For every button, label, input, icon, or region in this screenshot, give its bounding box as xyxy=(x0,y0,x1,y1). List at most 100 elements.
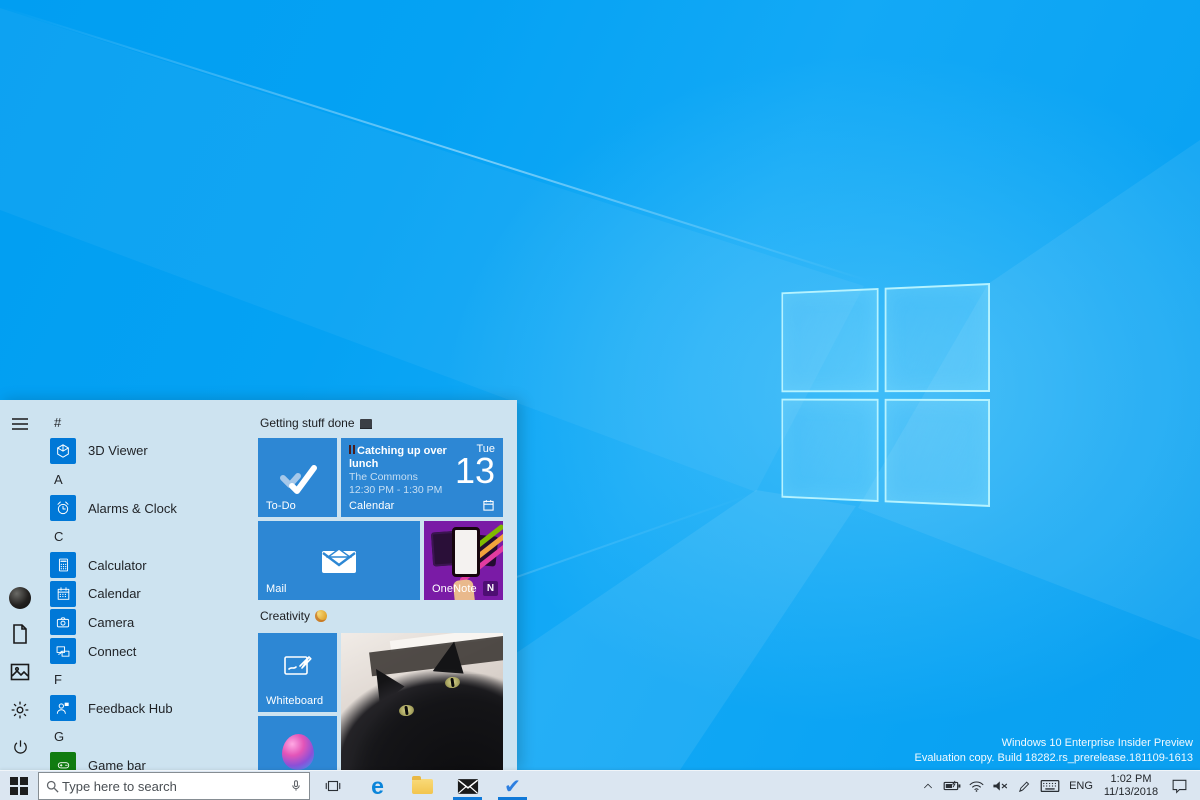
cat-photo xyxy=(349,673,503,770)
avatar xyxy=(9,587,31,609)
hamburger-icon xyxy=(12,418,28,430)
app-item-alarms-clock[interactable]: Alarms & Clock xyxy=(40,494,255,523)
battery-status[interactable] xyxy=(940,771,964,800)
file-explorer-icon xyxy=(412,775,433,794)
todo-check-icon: ✔ xyxy=(504,775,521,798)
laptop-emoji-icon xyxy=(359,418,372,428)
evaluation-watermark: Windows 10 Enterprise Insider Preview Ev… xyxy=(915,736,1193,766)
keyboard-icon xyxy=(1040,779,1060,793)
document-icon xyxy=(13,624,27,644)
start-menu-tiles: Getting stuff done To-Do Catching up ove… xyxy=(258,400,505,770)
app-item-calendar[interactable]: Calendar xyxy=(40,580,255,609)
wallpaper-logo-pane xyxy=(781,288,879,392)
tile-group-header[interactable]: Getting stuff done xyxy=(260,416,372,430)
documents-button[interactable] xyxy=(8,622,32,646)
watermark-line1: Windows 10 Enterprise Insider Preview xyxy=(1001,737,1193,749)
action-center-button[interactable] xyxy=(1164,771,1194,800)
chevron-up-icon xyxy=(924,783,932,789)
calendar-glyph-icon xyxy=(483,500,494,511)
settings-button[interactable] xyxy=(8,698,32,722)
windows-logo-icon xyxy=(10,777,28,795)
network-status[interactable] xyxy=(964,771,988,800)
power-icon xyxy=(13,739,27,754)
power-button[interactable] xyxy=(8,735,32,759)
user-account-button[interactable] xyxy=(8,586,32,610)
taskbar: e ✔ xyxy=(0,770,1200,800)
app-item-game-bar[interactable]: Game bar xyxy=(40,751,255,770)
mail-icon xyxy=(457,778,478,794)
app-item-label: Calendar xyxy=(88,586,141,602)
windows-logo-wallpaper xyxy=(781,283,990,507)
battery-icon xyxy=(943,780,960,791)
event-title: Catching up over lunch xyxy=(349,445,447,470)
app-list-header-label: G xyxy=(54,729,65,745)
event-time: 12:30 PM - 1:30 PM xyxy=(349,484,443,496)
start-button[interactable] xyxy=(0,771,38,800)
app-item-connect[interactable]: Connect xyxy=(40,637,255,666)
gear-icon xyxy=(11,701,29,719)
tile-group-title: Creativity xyxy=(260,609,311,623)
edge-icon: e xyxy=(371,773,384,799)
tile-todo[interactable]: To-Do xyxy=(258,438,337,517)
app-list-header[interactable]: # xyxy=(40,408,255,437)
volume-status[interactable] xyxy=(988,771,1012,800)
app-list-header[interactable]: A xyxy=(40,465,255,494)
app-item-camera[interactable]: Camera xyxy=(40,608,255,637)
clock[interactable]: 1:02 PM 11/13/2018 xyxy=(1098,773,1164,799)
tile-group-header[interactable]: Creativity xyxy=(260,609,328,623)
taskbar-edge-button[interactable]: e xyxy=(355,771,400,800)
search-input[interactable] xyxy=(60,777,289,795)
taskbar-search[interactable] xyxy=(38,772,310,800)
tile-photos[interactable] xyxy=(341,633,503,770)
tile-calendar[interactable]: Catching up over lunch The Commons 12:30… xyxy=(341,438,503,517)
tile-group-title: Getting stuff done xyxy=(260,416,355,430)
app-list-header[interactable]: F xyxy=(40,665,255,694)
tile-paint3d[interactable] xyxy=(258,716,337,770)
app-list-header[interactable]: C xyxy=(40,522,255,551)
todo-check-icon xyxy=(279,464,317,494)
alarm-clock-icon xyxy=(50,495,76,522)
paint3d-icon xyxy=(281,734,314,770)
calculator-icon xyxy=(50,552,76,579)
calendar-icon xyxy=(50,580,76,607)
game-bar-icon xyxy=(50,752,76,770)
app-item-feedback-hub[interactable]: Feedback Hub xyxy=(40,694,255,723)
palette-emoji-icon xyxy=(315,610,328,622)
app-item-label: Camera xyxy=(88,614,135,630)
tray-overflow-button[interactable] xyxy=(916,771,940,800)
app-item-calculator[interactable]: Calculator xyxy=(40,551,255,580)
tile-label: Mail xyxy=(266,583,287,595)
start-menu-rail xyxy=(0,400,40,770)
tile-label: Calendar xyxy=(349,500,395,512)
language-indicator[interactable]: ENG xyxy=(1064,780,1098,792)
feedback-hub-icon xyxy=(50,695,76,722)
taskbar-file-explorer-button[interactable] xyxy=(400,771,445,800)
windows-ink-button[interactable] xyxy=(1012,771,1036,800)
taskbar-mail-button[interactable] xyxy=(445,771,490,800)
wallpaper-logo-pane xyxy=(884,283,990,392)
tile-whiteboard[interactable]: Whiteboard xyxy=(258,633,337,712)
app-item-3d-viewer[interactable]: 3D Viewer xyxy=(40,437,255,466)
calendar-day-number: 13 xyxy=(454,450,495,491)
expand-menu-button[interactable] xyxy=(8,412,32,436)
whiteboard-icon xyxy=(283,655,312,675)
tile-label: Whiteboard xyxy=(266,695,324,707)
onenote-logo-icon: N xyxy=(483,581,498,596)
app-list-header-label: A xyxy=(54,471,63,487)
tile-mail[interactable]: Mail xyxy=(258,521,420,600)
3d-viewer-icon xyxy=(50,437,76,464)
task-view-button[interactable] xyxy=(310,771,355,800)
app-list-header-label: C xyxy=(54,529,64,545)
taskbar-todo-button[interactable]: ✔ xyxy=(490,771,535,800)
app-list-header[interactable]: G xyxy=(40,723,255,752)
microphone-icon[interactable] xyxy=(289,778,303,794)
task-view-icon xyxy=(325,780,340,792)
date: 11/13/2018 xyxy=(1103,786,1159,798)
pictures-button[interactable] xyxy=(8,660,32,684)
app-list-header-label: # xyxy=(54,414,62,430)
app-item-label: 3D Viewer xyxy=(88,443,148,459)
touch-keyboard-button[interactable] xyxy=(1036,771,1064,800)
tile-onenote[interactable]: OneNote N xyxy=(424,521,503,600)
wifi-icon xyxy=(969,781,983,792)
app-item-label: Calculator xyxy=(88,557,147,573)
